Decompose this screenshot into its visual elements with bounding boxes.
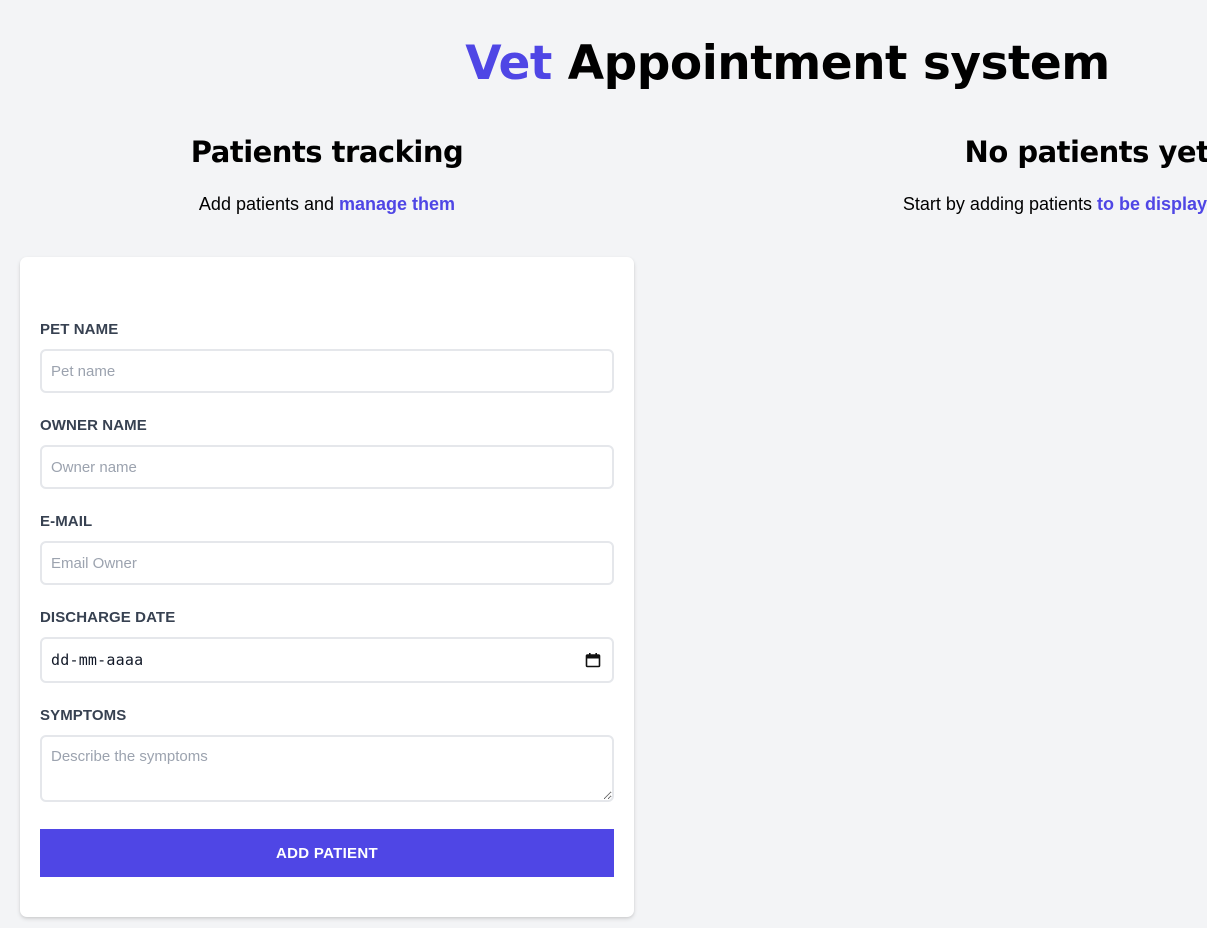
discharge-date-input[interactable]: dd-mm-aaaa bbox=[40, 637, 614, 683]
discharge-date-label: DISCHARGE DATE bbox=[40, 609, 176, 626]
patient-form: PET NAME OWNER NAME E-MAIL DISCHARGE DAT… bbox=[20, 257, 634, 917]
owner-name-input[interactable] bbox=[40, 445, 614, 489]
form-section-subtitle: Add patients and manage them bbox=[20, 191, 634, 217]
list-subtitle-accent: to be displayed here bbox=[1097, 194, 1207, 214]
email-input[interactable] bbox=[40, 541, 614, 585]
email-label: E-MAIL bbox=[40, 513, 93, 530]
pet-name-label: PET NAME bbox=[40, 321, 119, 338]
calendar-icon[interactable] bbox=[585, 652, 601, 668]
form-section-heading: Patients tracking bbox=[190, 135, 464, 169]
symptoms-label: SYMPTOMS bbox=[40, 707, 127, 724]
patient-list-section-header: No patients yet Start by adding patients… bbox=[780, 130, 1207, 217]
form-section-header: Patients tracking Add patients and manag… bbox=[20, 130, 634, 217]
form-subtitle-accent: manage them bbox=[339, 194, 456, 214]
discharge-date-value: dd-mm-aaaa bbox=[51, 651, 144, 669]
owner-name-label: OWNER NAME bbox=[40, 417, 147, 434]
patient-list-heading: No patients yet bbox=[964, 135, 1207, 169]
title-accent: Vet bbox=[465, 36, 552, 91]
list-subtitle-plain: Start by adding patients bbox=[902, 194, 1098, 214]
patient-list-subtitle: Start by adding patients to be displayed… bbox=[780, 191, 1207, 217]
title-rest: Appointment system bbox=[551, 36, 1111, 91]
page-title: Vet Appointment system bbox=[0, 36, 1207, 92]
add-patient-button[interactable]: ADD PATIENT bbox=[40, 829, 614, 877]
pet-name-input[interactable] bbox=[40, 349, 614, 393]
page: Vet Appointment system Patients tracking… bbox=[0, 0, 1207, 928]
form-subtitle-plain: Add patients and bbox=[198, 194, 340, 214]
symptoms-textarea[interactable] bbox=[40, 735, 614, 802]
